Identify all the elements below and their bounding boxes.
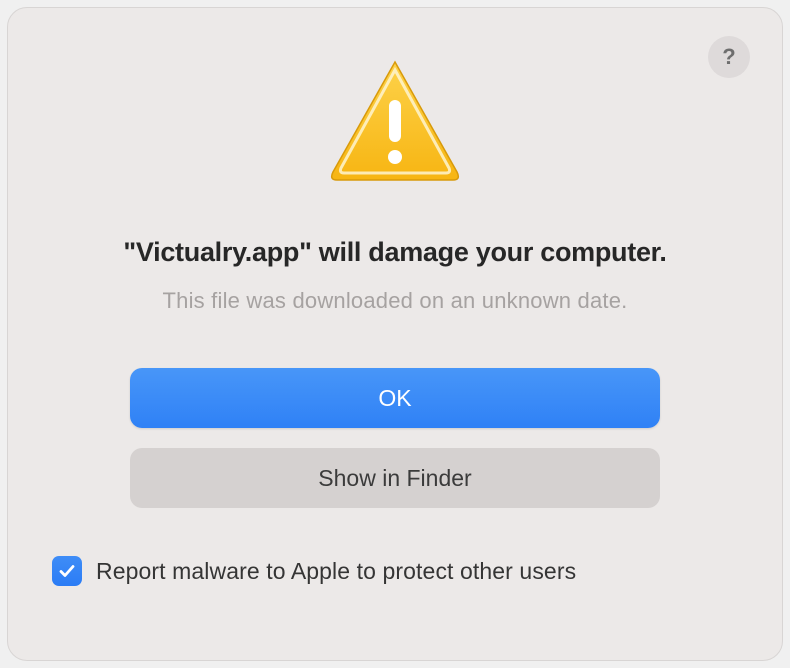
button-group: OK Show in Finder [130, 368, 660, 508]
show-in-finder-button[interactable]: Show in Finder [130, 448, 660, 508]
warning-icon [325, 56, 465, 189]
dialog-title: "Victualry.app" will damage your compute… [123, 237, 666, 268]
malware-warning-dialog: ? "Victualry.app" will damage your compu… [7, 7, 783, 661]
ok-button[interactable]: OK [130, 368, 660, 428]
report-checkbox-row: Report malware to Apple to protect other… [48, 556, 742, 586]
show-in-finder-label: Show in Finder [318, 465, 471, 492]
help-button[interactable]: ? [708, 36, 750, 78]
dialog-message: This file was downloaded on an unknown d… [163, 288, 628, 314]
report-checkbox[interactable] [52, 556, 82, 586]
ok-button-label: OK [378, 385, 411, 412]
checkmark-icon [57, 561, 77, 581]
help-icon: ? [722, 44, 735, 70]
report-checkbox-label: Report malware to Apple to protect other… [96, 558, 576, 585]
